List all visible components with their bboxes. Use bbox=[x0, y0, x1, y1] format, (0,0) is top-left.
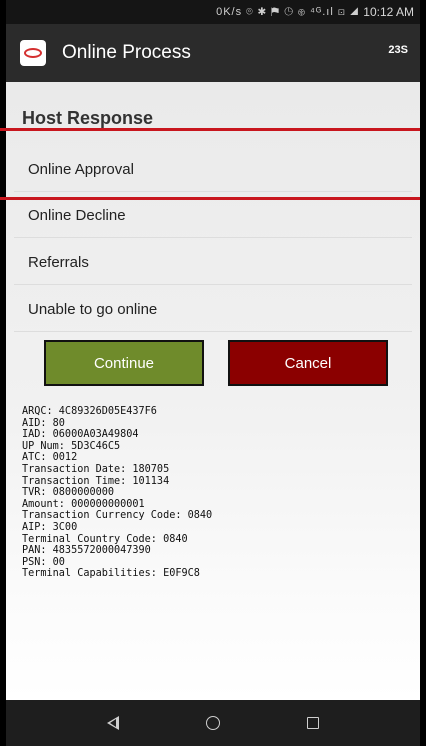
transaction-details: ARQC: 4C89326D05E437F6 AID: 80 IAD: 0600… bbox=[22, 406, 412, 580]
app-bar: Online Process 23S bbox=[6, 24, 420, 82]
detail-line: PAN: 4835572000047390 bbox=[22, 545, 151, 557]
detail-line: Terminal Country Code: 0840 bbox=[22, 533, 188, 545]
detail-line: AIP: 3C00 bbox=[22, 521, 78, 533]
cancel-button[interactable]: Cancel bbox=[228, 340, 388, 386]
app-logo-icon bbox=[20, 40, 46, 66]
status-indicators: 0K/s ⌾ ✱ ⚑ ◷ ⊛ ⁴ᴳ.ıl ⊡ ◢ bbox=[216, 5, 360, 18]
detail-line: PSN: 00 bbox=[22, 556, 65, 568]
divider bbox=[14, 284, 412, 285]
option-unable-to-go-online[interactable]: Unable to go online bbox=[6, 286, 420, 332]
option-label: Online Decline bbox=[28, 206, 126, 224]
transaction-counter: 23S bbox=[388, 44, 408, 56]
home-button[interactable] bbox=[163, 700, 263, 746]
divider bbox=[14, 237, 412, 238]
detail-line: Transaction Currency Code: 0840 bbox=[22, 510, 213, 522]
back-button[interactable] bbox=[63, 700, 163, 746]
detail-line: UP Num: 5D3C46C5 bbox=[22, 440, 121, 452]
status-bar: 0K/s ⌾ ✱ ⚑ ◷ ⊛ ⁴ᴳ.ıl ⊡ ◢ 10:12 AM bbox=[6, 0, 420, 24]
option-label: Referrals bbox=[28, 253, 89, 271]
detail-line: Terminal Capabilities: E0F9C8 bbox=[22, 568, 200, 580]
detail-line: Transaction Time: 101134 bbox=[22, 475, 170, 487]
status-time: 10:12 AM bbox=[363, 5, 414, 19]
detail-line: IAD: 06000A03A49804 bbox=[22, 429, 139, 441]
app-title: Online Process bbox=[62, 42, 191, 63]
back-triangle-icon bbox=[107, 716, 119, 730]
navigation-bar bbox=[6, 700, 420, 746]
detail-line: TVR: 0800000000 bbox=[22, 487, 115, 499]
home-circle-icon bbox=[206, 716, 220, 730]
recents-button[interactable] bbox=[263, 700, 363, 746]
divider bbox=[14, 331, 412, 332]
detail-line: ATC: 0012 bbox=[22, 452, 78, 464]
detail-line: ARQC: 4C89326D05E437F6 bbox=[22, 406, 157, 417]
host-response-title: Host Response bbox=[22, 108, 154, 128]
option-referrals[interactable]: Referrals bbox=[6, 239, 420, 285]
detail-line: AID: 80 bbox=[22, 417, 65, 429]
screenshot-frame: 0K/s ⌾ ✱ ⚑ ◷ ⊛ ⁴ᴳ.ıl ⊡ ◢ 10:12 AM Online… bbox=[0, 0, 426, 746]
option-label: Unable to go online bbox=[28, 300, 158, 318]
recents-square-icon bbox=[307, 717, 319, 729]
detail-line: Amount: 000000000001 bbox=[22, 498, 145, 510]
highlight-annotation-box bbox=[0, 128, 426, 200]
detail-line: Transaction Date: 180705 bbox=[22, 463, 170, 475]
continue-button[interactable]: Continue bbox=[44, 340, 204, 386]
